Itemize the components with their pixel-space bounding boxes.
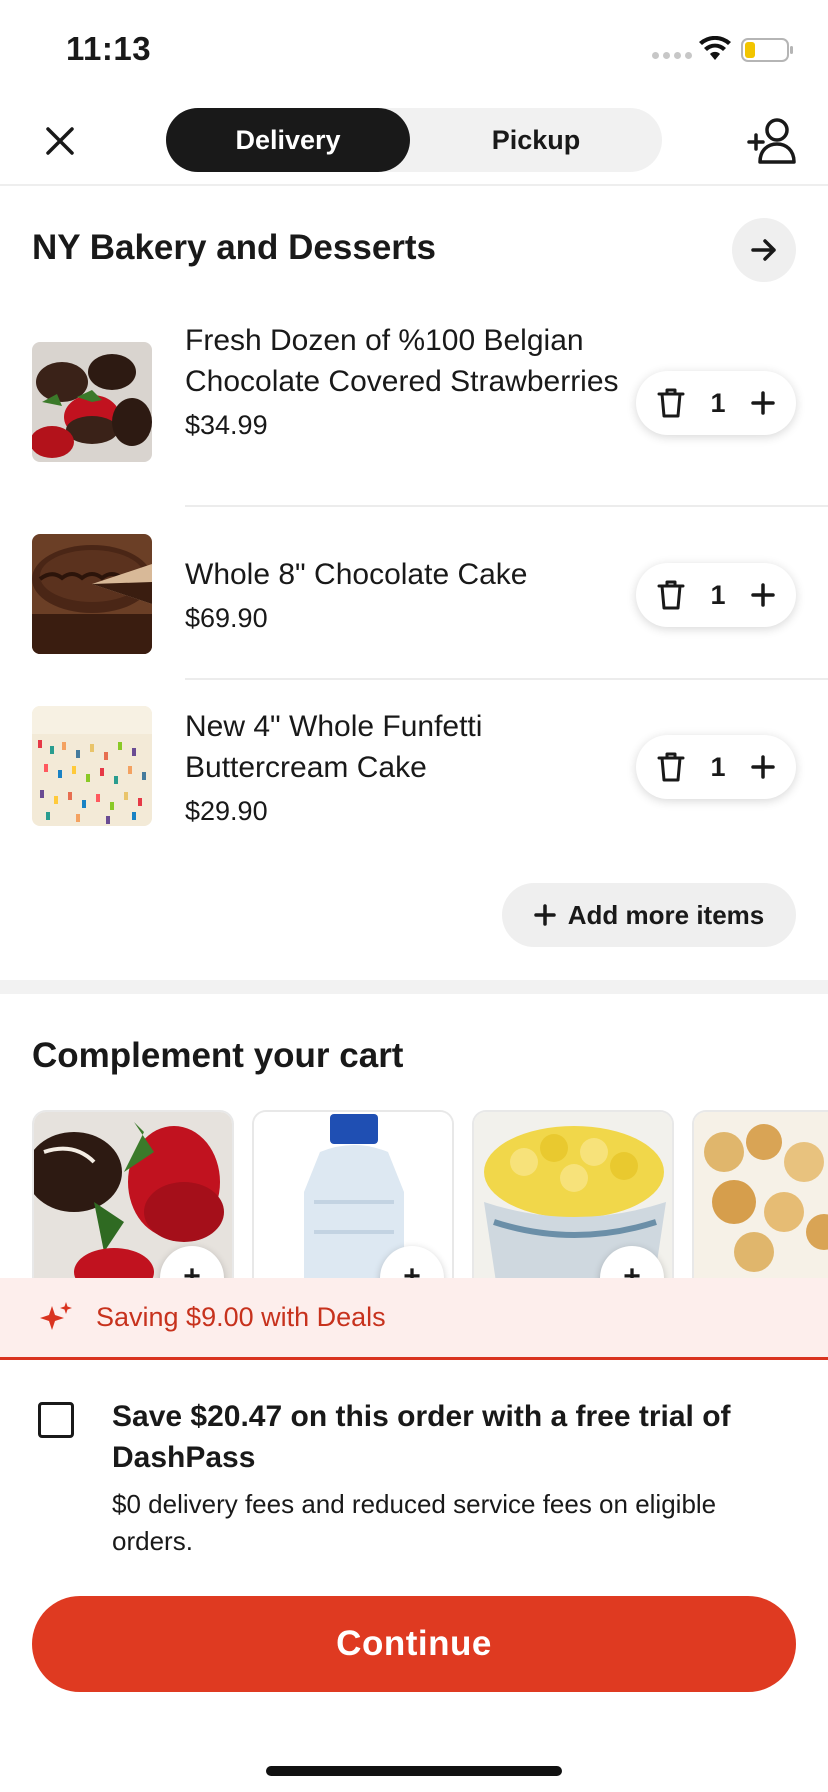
- quantity-stepper: 1: [636, 563, 796, 627]
- quantity-stepper: 1: [636, 371, 796, 435]
- plus-icon: [534, 904, 556, 926]
- dashpass-subtitle: $0 delivery fees and reduced service fee…: [112, 1489, 717, 1556]
- wifi-icon: [699, 36, 731, 60]
- arrow-right-icon: [751, 239, 776, 261]
- chocolate-cake-image: [32, 534, 152, 654]
- battery-icon: [741, 38, 793, 62]
- dashpass-section: Save $20.47 on this order with a free tr…: [0, 1362, 828, 1792]
- quantity-value: 1: [710, 387, 726, 418]
- item-details: Fresh Dozen of %100 Belgian Chocolate Co…: [185, 320, 635, 444]
- trash-icon[interactable]: [656, 579, 686, 611]
- plus-icon[interactable]: [750, 390, 776, 416]
- close-icon: [46, 127, 74, 155]
- quantity-value: 1: [710, 579, 726, 610]
- tab-delivery[interactable]: Delivery: [166, 108, 410, 172]
- trash-icon[interactable]: [656, 387, 686, 419]
- recommendation-card[interactable]: +: [472, 1110, 674, 1280]
- status-time: 11:13: [66, 30, 152, 67]
- store-title: NY Bakery and Desserts: [32, 228, 437, 267]
- item-price: $29.90: [185, 796, 268, 826]
- recommendation-card[interactable]: [692, 1110, 828, 1280]
- caramel-popcorn-image: [694, 1112, 828, 1280]
- dashpass-title: Save $20.47 on this order with a free tr…: [112, 1400, 731, 1474]
- store-arrow-button[interactable]: [732, 218, 796, 282]
- recommendation-card[interactable]: +: [252, 1110, 454, 1280]
- continue-button[interactable]: Continue: [32, 1596, 796, 1692]
- close-button[interactable]: [38, 119, 82, 163]
- quantity-stepper: 1: [636, 735, 796, 799]
- quantity-value: 1: [710, 751, 726, 782]
- plus-icon[interactable]: [750, 754, 776, 780]
- item-price: $34.99: [185, 410, 268, 440]
- item-details: New 4" Whole Funfetti Buttercream Cake $…: [185, 706, 635, 830]
- delivery-pickup-toggle: Delivery Pickup: [166, 108, 662, 172]
- complement-title: Complement your cart: [32, 1036, 404, 1075]
- sparkle-icon: [40, 1302, 72, 1330]
- add-more-items-button[interactable]: Add more items: [502, 883, 796, 947]
- add-more-items-label: Add more items: [567, 899, 765, 930]
- divider: [185, 505, 828, 507]
- plus-icon[interactable]: [750, 582, 776, 608]
- funfetti-cake-image: [32, 706, 152, 826]
- header: Delivery Pickup: [0, 96, 828, 186]
- home-indicator: [266, 1766, 562, 1776]
- item-name: Whole 8" Chocolate Cake: [185, 558, 528, 591]
- recommendation-card[interactable]: +: [32, 1110, 234, 1280]
- item-details: Whole 8" Chocolate Cake $69.90: [185, 554, 635, 637]
- cellular-signal-icon: [652, 52, 692, 59]
- divider: [185, 678, 828, 680]
- add-person-icon[interactable]: [745, 116, 799, 166]
- item-price: $69.90: [185, 603, 268, 633]
- item-name: Fresh Dozen of %100 Belgian Chocolate Co…: [185, 324, 619, 398]
- tab-pickup[interactable]: Pickup: [410, 108, 662, 172]
- trash-icon[interactable]: [656, 751, 686, 783]
- item-name: New 4" Whole Funfetti Buttercream Cake: [185, 710, 483, 784]
- chocolate-strawberries-image: [32, 342, 152, 462]
- status-bar: 11:13: [0, 0, 828, 96]
- deals-text: Saving $9.00 with Deals: [96, 1302, 386, 1332]
- deals-banner: Saving $9.00 with Deals: [0, 1278, 828, 1360]
- section-divider: [0, 980, 828, 994]
- dashpass-checkbox[interactable]: [38, 1402, 74, 1438]
